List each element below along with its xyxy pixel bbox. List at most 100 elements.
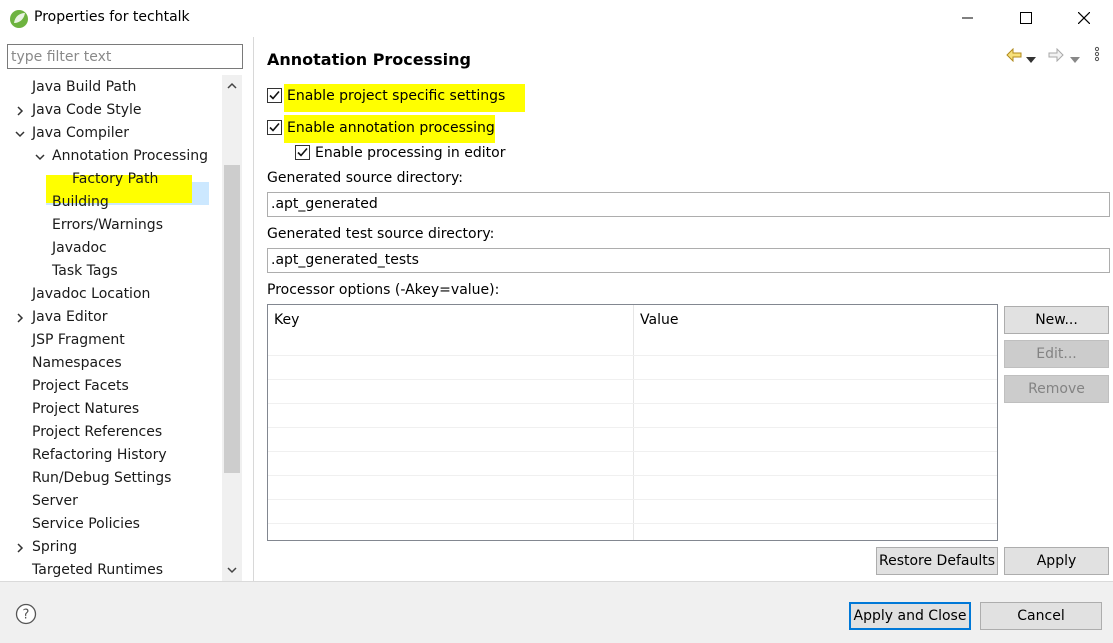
page-title: Annotation Processing: [267, 50, 472, 69]
tree-item[interactable]: Run/Debug Settings: [32, 467, 171, 490]
restore-defaults-button[interactable]: Restore Defaults: [876, 547, 998, 575]
table-row: [268, 499, 997, 500]
tree-item-label: Javadoc: [52, 240, 107, 256]
tree-item-label: Java Code Style: [32, 102, 142, 118]
tree-item-label: Annotation Processing: [52, 148, 208, 164]
apply-button[interactable]: Apply: [1004, 547, 1109, 575]
tree-item-label: Server: [32, 493, 78, 509]
window-title: Properties for techtalk: [34, 9, 190, 25]
tree-item-label: Service Policies: [32, 516, 140, 532]
new-button[interactable]: New...: [1004, 306, 1109, 334]
minimize-icon: [962, 17, 973, 19]
tree-item[interactable]: Javadoc Location: [32, 283, 150, 306]
processor-options-label: Processor options (-Akey=value):: [267, 282, 500, 298]
tree-item[interactable]: Project Natures: [32, 398, 139, 421]
tree-item[interactable]: Targeted Runtimes: [32, 559, 163, 581]
tree-item-label: Task Tags: [52, 263, 118, 279]
chevron-down-icon[interactable]: [15, 129, 25, 139]
tree-item-label: Building: [52, 194, 109, 210]
tree-item[interactable]: Service Policies: [32, 513, 140, 536]
enable-project-specific-checkbox[interactable]: [267, 88, 282, 103]
minimize-button[interactable]: [945, 0, 991, 36]
tree-item-label: Javadoc Location: [32, 286, 151, 302]
tree-item[interactable]: Java Editor: [32, 306, 107, 329]
edit-button[interactable]: Edit...: [1004, 340, 1109, 368]
filter-input[interactable]: [7, 44, 243, 69]
tree-scrollbar[interactable]: [222, 75, 242, 581]
tree-item-label: Namespaces: [32, 355, 122, 371]
maximize-button[interactable]: [1003, 0, 1049, 36]
close-button[interactable]: [1061, 0, 1107, 36]
table-row: [268, 451, 997, 452]
generated-test-source-dir-label: Generated test source directory:: [267, 226, 495, 242]
scroll-thumb[interactable]: [224, 165, 240, 473]
enable-in-editor-checkbox[interactable]: [295, 145, 310, 160]
scroll-down-icon[interactable]: [227, 565, 237, 575]
column-separator: [633, 305, 634, 540]
generated-source-dir-input[interactable]: .apt_generated: [267, 192, 1110, 217]
cancel-button[interactable]: Cancel: [980, 602, 1102, 630]
more-options-icon[interactable]: [1094, 46, 1100, 66]
remove-button[interactable]: Remove: [1004, 375, 1109, 403]
tree-item-label: Project Natures: [32, 401, 140, 417]
tree-item[interactable]: Annotation Processing: [52, 145, 208, 168]
back-arrow-icon[interactable]: [1006, 47, 1022, 66]
tree-item[interactable]: Errors/Warnings: [52, 214, 163, 237]
chevron-right-icon[interactable]: [15, 313, 25, 323]
tree-item[interactable]: JSP Fragment: [32, 329, 125, 352]
column-header-value[interactable]: Value: [634, 305, 997, 355]
enable-project-specific-label: Enable project specific settings: [287, 88, 506, 104]
dialog-footer: ? Apply and Close Cancel: [0, 581, 1113, 643]
spring-leaf-icon: [9, 9, 29, 29]
forward-dropdown-icon[interactable]: [1070, 52, 1080, 68]
chevron-right-icon[interactable]: [15, 543, 25, 553]
scroll-up-icon[interactable]: [227, 81, 237, 91]
tree-item[interactable]: Factory Path: [72, 168, 158, 191]
tree-item-label: Errors/Warnings: [52, 217, 163, 233]
properties-page: Annotation Processing Enable project spe…: [254, 37, 1113, 581]
tree-item-label: Project Facets: [32, 378, 129, 394]
tree-item[interactable]: Refactoring History: [32, 444, 167, 467]
tree-item-label: Java Build Path: [32, 79, 137, 95]
chevron-right-icon[interactable]: [15, 106, 25, 116]
tree-item[interactable]: Namespaces: [32, 352, 122, 375]
tree-item-label: JSP Fragment: [32, 332, 125, 348]
tree-item-label: Run/Debug Settings: [32, 470, 172, 486]
table-row: [268, 403, 997, 404]
enable-annotation-processing-checkbox[interactable]: [267, 120, 282, 135]
table-row: [268, 475, 997, 476]
tree-item[interactable]: Java Build Path: [32, 76, 136, 99]
generated-source-dir-label: Generated source directory:: [267, 170, 463, 186]
tree-item[interactable]: Java Code Style: [32, 99, 141, 122]
tree-item[interactable]: Task Tags: [52, 260, 118, 283]
enable-in-editor-label: Enable processing in editor: [315, 145, 506, 161]
enable-annotation-processing-label: Enable annotation processing: [287, 120, 495, 136]
table-row: [268, 355, 997, 356]
chevron-down-icon[interactable]: [35, 152, 45, 162]
tree-item[interactable]: Project Facets: [32, 375, 129, 398]
tree-item-label: Targeted Runtimes: [32, 562, 164, 578]
close-icon: [1078, 12, 1090, 24]
tree-item-label: Factory Path: [72, 171, 159, 187]
tree-item-label: Spring: [32, 539, 78, 555]
tree-item[interactable]: Project References: [32, 421, 162, 444]
back-dropdown-icon[interactable]: [1026, 52, 1036, 68]
title-bar: Properties for techtalk: [0, 0, 1113, 37]
apply-and-close-button[interactable]: Apply and Close: [849, 602, 971, 630]
tree-item[interactable]: Java Compiler: [32, 122, 129, 145]
table-row: [268, 427, 997, 428]
forward-arrow-icon[interactable]: [1048, 47, 1064, 66]
tree-item[interactable]: Spring: [32, 536, 77, 559]
processor-options-table[interactable]: Key Value: [267, 304, 998, 541]
tree-item[interactable]: Building: [52, 191, 109, 214]
tree-item[interactable]: Server: [32, 490, 78, 513]
help-icon[interactable]: ?: [15, 603, 37, 625]
tree-item[interactable]: Javadoc: [52, 237, 107, 260]
tree-item-label: Project References: [32, 424, 163, 440]
table-row: [268, 523, 997, 524]
navigation-pane: Java Build Path Java Code Style Java Compi…: [0, 37, 254, 581]
maximize-icon: [1020, 12, 1032, 24]
generated-test-source-dir-input[interactable]: .apt_generated_tests: [267, 248, 1110, 273]
tree-item-label: Java Compiler: [32, 125, 130, 141]
column-header-key[interactable]: Key: [268, 305, 633, 355]
